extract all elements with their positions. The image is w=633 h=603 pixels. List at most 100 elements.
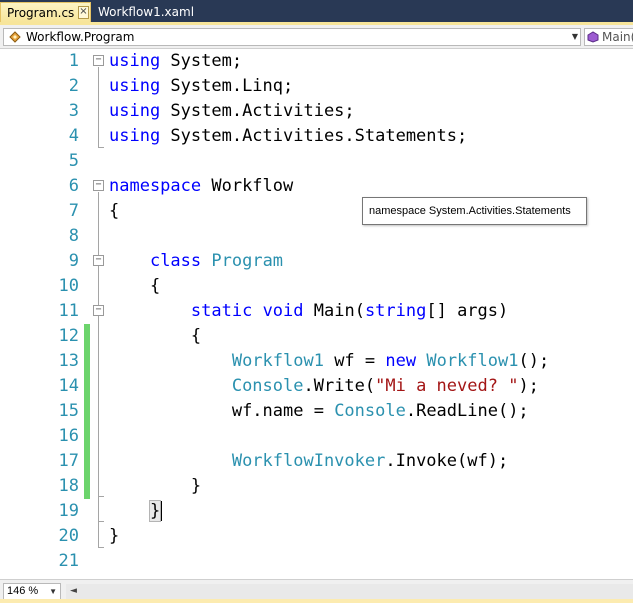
method-icon (587, 31, 599, 43)
code-editor[interactable]: 1 − using System; 2 using System.Linq; 3… (0, 49, 633, 579)
code-line: 16 (0, 424, 633, 449)
code-text[interactable]: { (109, 324, 201, 349)
keyword: using (109, 101, 161, 121)
code-text[interactable]: { (109, 274, 160, 299)
code-text[interactable]: using System; (109, 49, 242, 74)
line-number: 18 (58, 476, 79, 496)
keyword: new (385, 351, 417, 371)
line-number: 3 (68, 101, 79, 121)
code-token: Workflow (201, 176, 294, 196)
types-dropdown[interactable]: Workflow.Program ▼ (3, 28, 581, 46)
code-token: { (190, 326, 202, 346)
collapse-outline-toggle[interactable]: − (93, 180, 104, 191)
string-literal: "Mi a neved? " (375, 376, 519, 396)
code-text[interactable]: { (109, 199, 119, 224)
line-number: 11 (58, 301, 79, 321)
code-text[interactable]: } (109, 499, 163, 524)
line-number: 8 (68, 226, 79, 246)
code-line: 17 WorkflowInvoker.Invoke(wf); (0, 449, 633, 474)
code-token: .ReadLine(); (405, 401, 529, 421)
horizontal-scrollbar[interactable]: ◄ (66, 584, 633, 599)
changed-line-marker (84, 349, 90, 374)
code-token: { (149, 276, 161, 296)
collapse-outline-toggle[interactable]: − (93, 255, 104, 266)
code-token: [] args) (426, 301, 509, 321)
types-dropdown-value: Workflow.Program (26, 30, 135, 44)
code-line: 8 (0, 224, 633, 249)
code-line: 10 { (0, 274, 633, 299)
collapse-outline-toggle[interactable]: − (93, 305, 104, 316)
code-token: } (190, 476, 202, 496)
keyword: class (149, 251, 202, 271)
changed-line-marker (84, 399, 90, 424)
code-token: Main( (303, 301, 365, 321)
line-number: 7 (68, 201, 79, 221)
code-token: } (109, 526, 120, 546)
zoom-level-dropdown[interactable]: 146 % ▼ (3, 583, 61, 600)
tab-program-cs[interactable]: Program.cs × (0, 2, 91, 22)
tab-workflow1-xaml[interactable]: Workflow1.xaml (92, 2, 200, 22)
code-text[interactable]: namespace Workflow (109, 174, 293, 199)
line-number: 19 (58, 501, 79, 521)
class-icon (9, 31, 21, 43)
code-text[interactable]: static void Main(string[] args) (109, 299, 508, 324)
code-text[interactable]: using System.Activities; (109, 99, 355, 124)
type-name: Workflow1 (426, 351, 519, 371)
close-icon[interactable]: × (78, 6, 89, 19)
code-line: 21 (0, 549, 633, 574)
quickinfo-tooltip: namespace System.Activities.Statements (362, 197, 587, 225)
code-text[interactable]: wf.name = Console.ReadLine(); (109, 399, 529, 424)
line-number: 5 (68, 151, 79, 171)
code-line: 3 using System.Activities; (0, 99, 633, 124)
code-line: 2 using System.Linq; (0, 74, 633, 99)
text-caret (161, 501, 163, 521)
keyword: static (190, 301, 253, 321)
code-text[interactable]: Workflow1 wf = new Workflow1(); (109, 349, 549, 374)
code-text[interactable]: using System.Activities.Statements; (109, 124, 467, 149)
bottom-accent-strip (0, 599, 633, 603)
line-number: 12 (58, 326, 79, 346)
tab-label: Workflow1.xaml (98, 5, 195, 19)
code-token: { (109, 201, 120, 221)
code-text[interactable]: Console.Write("Mi a neved? "); (109, 374, 539, 399)
line-number: 14 (58, 376, 79, 396)
changed-line-marker (84, 449, 90, 474)
chevron-down-icon[interactable]: ▼ (572, 29, 578, 45)
code-token: (); (518, 351, 550, 371)
type-name: WorkflowInvoker (231, 451, 386, 471)
changed-line-marker (84, 374, 90, 399)
keyword: void (262, 301, 304, 321)
code-token: System.Linq; (160, 76, 294, 96)
navigation-bar: Workflow.Program ▼ Main( (0, 25, 633, 49)
line-number: 9 (68, 251, 79, 271)
collapse-outline-toggle[interactable]: − (93, 55, 104, 66)
code-token: ); (518, 376, 539, 396)
code-line: 9 − class Program (0, 249, 633, 274)
members-dropdown[interactable]: Main( (584, 28, 633, 46)
scroll-left-icon[interactable]: ◄ (70, 584, 77, 599)
type-name: Workflow1 (231, 351, 324, 371)
changed-line-marker (84, 324, 90, 349)
changed-line-marker (84, 424, 90, 449)
code-text[interactable]: WorkflowInvoker.Invoke(wf); (109, 449, 508, 474)
code-line: 18 } (0, 474, 633, 499)
line-number: 6 (68, 176, 79, 196)
code-line: 11 − static void Main(string[] args) (0, 299, 633, 324)
code-token: System.Activities.Statements; (160, 126, 468, 146)
type-name: Program (211, 251, 284, 271)
chevron-down-icon[interactable]: ▼ (49, 584, 57, 599)
code-text[interactable]: } (109, 474, 201, 499)
code-line: 1 − using System; (0, 49, 633, 74)
code-token: wf = (323, 351, 386, 371)
code-token: .Write( (303, 376, 376, 396)
code-line: 4 using System.Activities.Statements; (0, 124, 633, 149)
code-text[interactable]: using System.Linq; (109, 74, 293, 99)
code-line: 13 Workflow1 wf = new Workflow1(); (0, 349, 633, 374)
keyword: using (109, 126, 161, 146)
line-number: 10 (58, 276, 79, 296)
code-text[interactable]: } (109, 524, 119, 549)
code-text[interactable]: class Program (109, 249, 283, 274)
